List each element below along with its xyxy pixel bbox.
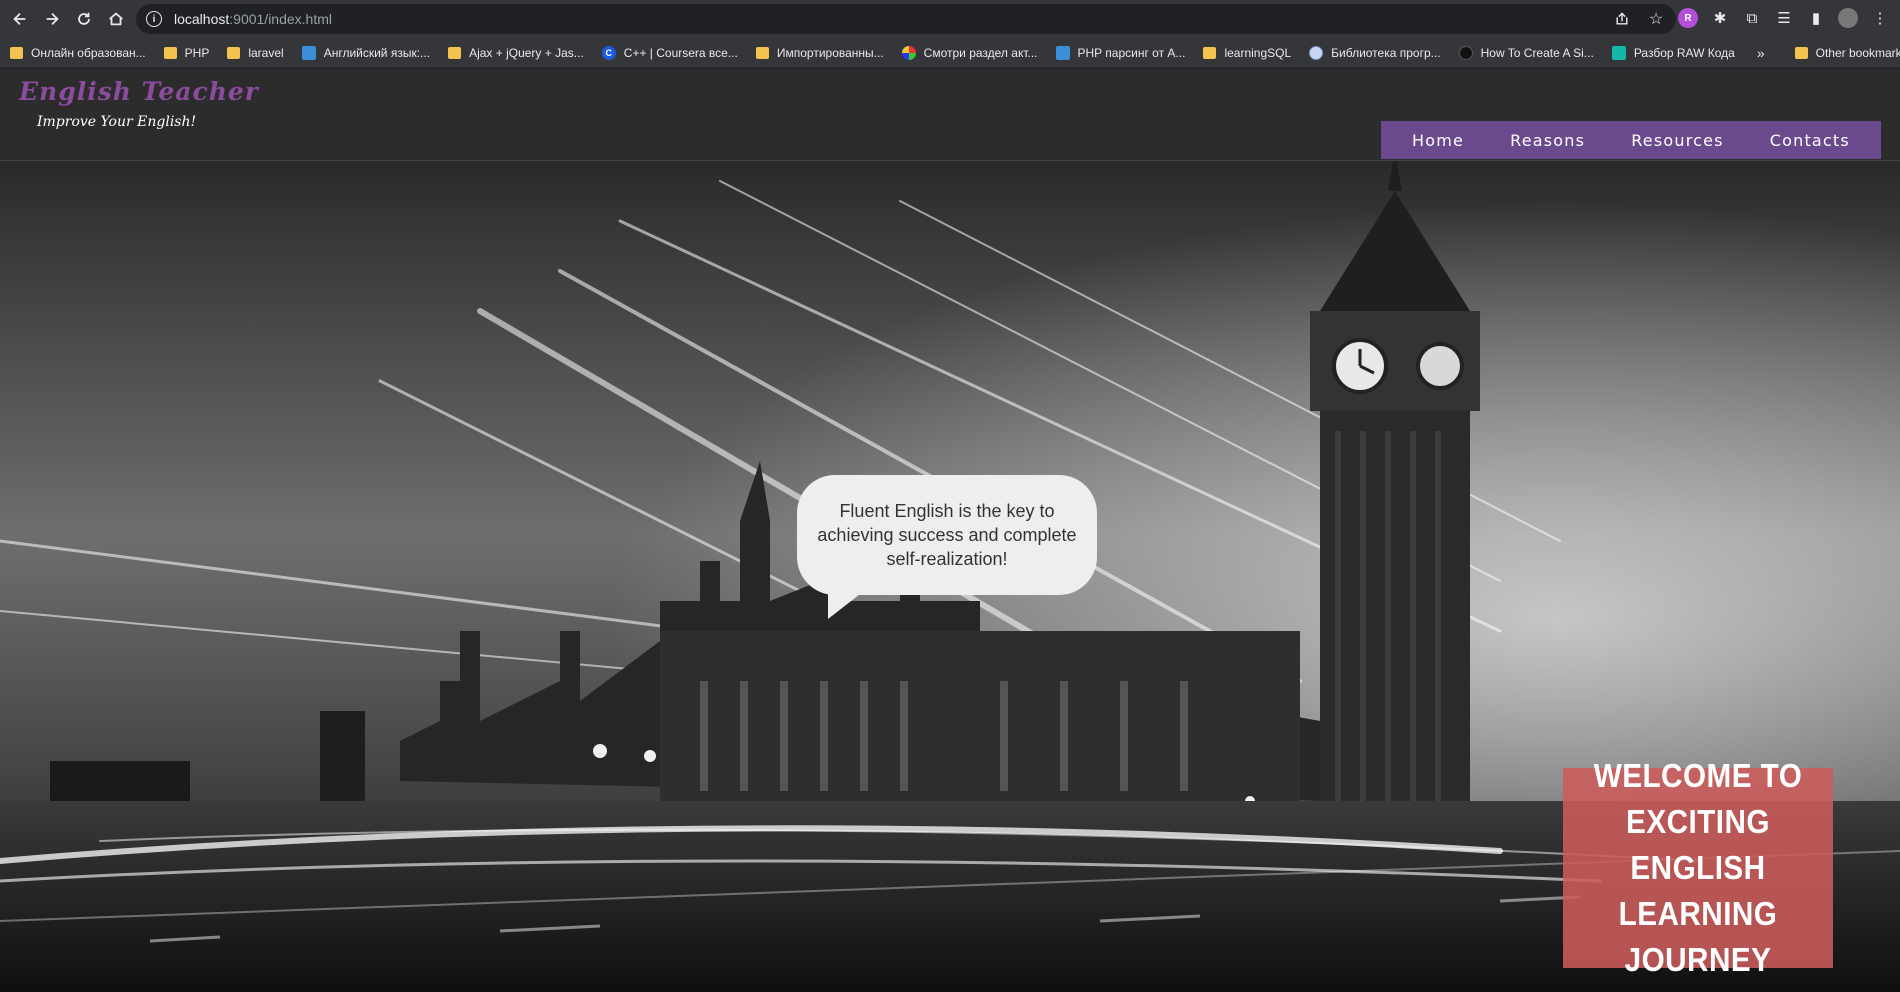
extensions-puzzle-icon[interactable]: ⧉ [1742, 8, 1762, 28]
dark-site-icon [1458, 45, 1473, 60]
bookmark-label: PHP парсинг от А... [1077, 45, 1186, 60]
bookmark-star-icon[interactable]: ☆ [1646, 9, 1666, 29]
reload-icon[interactable] [70, 5, 98, 33]
welcome-banner: WELCOME TO EXCITING ENGLISH LEARNING JOU… [1563, 757, 1833, 978]
bookmark-item[interactable]: learningSQL [1203, 46, 1291, 60]
site-logo-title[interactable]: English Teacher [19, 77, 259, 106]
folder-icon [1794, 46, 1808, 59]
bookmark-site-icon [1055, 45, 1070, 60]
coursera-icon: C [601, 45, 616, 60]
folder-icon [163, 46, 177, 59]
teal-site-icon [1611, 45, 1626, 60]
bookmark-label: PHP [184, 45, 210, 60]
bookmark-label: Ajax + jQuery + Jas... [469, 45, 584, 60]
bookmark-item[interactable]: Импортированны... [755, 45, 884, 60]
bookmark-item[interactable]: C C++ | Coursera все... [601, 45, 738, 60]
url-text[interactable]: localhost:9001/index.html [174, 11, 332, 27]
bookmark-item[interactable]: laravel [227, 45, 284, 60]
folder-icon [755, 46, 769, 59]
main-navigation: Home Reasons Resources Contacts [1381, 121, 1881, 159]
bookmark-item[interactable]: Смотри раздел акт... [901, 45, 1038, 60]
menu-kebab-icon[interactable]: ⋮ [1870, 8, 1890, 28]
bookmark-label: How To Create A Si... [1480, 45, 1594, 60]
bookmark-site-icon [301, 45, 316, 60]
bookmark-item[interactable]: Разбор RAW Кода [1611, 45, 1735, 60]
bookmark-item[interactable]: PHP [163, 45, 210, 60]
bookmark-item[interactable]: Английский язык:... [301, 45, 431, 60]
address-bar[interactable]: i localhost:9001/index.html ☆ [136, 4, 1676, 34]
bookmarks-bar: Онлайн образован... PHP laravel Английск… [0, 38, 1900, 68]
browser-toolbar: i localhost:9001/index.html ☆ R ✱ ⧉ ☰ ▮ … [0, 0, 1900, 38]
welcome-text: WELCOME TO EXCITING ENGLISH LEARNING JOU… [1593, 757, 1803, 978]
folder-icon [227, 46, 241, 59]
wiki-icon [1309, 45, 1324, 60]
url-host: localhost [174, 11, 230, 27]
site-header: English Teacher Improve Your English! Ho… [0, 69, 1900, 161]
bookmark-item[interactable]: PHP парсинг от А... [1055, 45, 1186, 60]
hero-section: Fluent English is the key to achieving s… [0, 161, 1900, 992]
home-icon[interactable] [102, 5, 130, 33]
forward-icon[interactable] [38, 5, 66, 33]
folder-icon [1203, 46, 1217, 59]
bookmark-item[interactable]: Библиотека прогр... [1309, 45, 1441, 60]
bookmark-label: Other bookmarks [1815, 45, 1900, 60]
folder-icon [448, 46, 462, 59]
bookmark-label: Библиотека прогр... [1331, 45, 1441, 60]
extension-purple-icon[interactable]: R [1678, 8, 1698, 28]
bookmark-label: learningSQL [1224, 45, 1292, 60]
nav-resources-link[interactable]: Resources [1631, 131, 1724, 150]
reading-list-icon[interactable]: ☰ [1774, 8, 1794, 28]
bookmark-item[interactable]: Онлайн образован... [10, 46, 146, 60]
bookmark-label: Английский язык:... [323, 45, 431, 60]
url-path: :9001/index.html [229, 11, 332, 27]
profile-avatar-icon[interactable] [1838, 8, 1858, 28]
side-panel-icon[interactable]: ▮ [1806, 8, 1826, 28]
share-icon[interactable] [1612, 9, 1632, 29]
bookmark-label: C++ | Coursera все... [623, 45, 738, 60]
nav-reasons-link[interactable]: Reasons [1510, 131, 1585, 150]
quote-speech-bubble: Fluent English is the key to achieving s… [797, 475, 1097, 595]
speech-bubble-tail [828, 591, 864, 619]
nav-contacts-link[interactable]: Contacts [1770, 131, 1850, 150]
bookmark-label: Онлайн образован... [31, 45, 146, 60]
bookmark-label: Смотри раздел акт... [923, 45, 1038, 60]
back-icon[interactable] [6, 5, 34, 33]
extension-bug-icon[interactable]: ✱ [1710, 8, 1730, 28]
bookmarks-overflow-button[interactable]: » [1757, 45, 1765, 61]
quote-text: Fluent English is the key to achieving s… [817, 501, 1077, 569]
bookmark-item[interactable]: Ajax + jQuery + Jas... [448, 46, 584, 60]
site-info-icon[interactable]: i [146, 11, 162, 27]
bookmark-label: Разбор RAW Кода [1633, 45, 1735, 60]
folder-icon [10, 46, 23, 59]
bookmark-label: laravel [248, 45, 284, 60]
bookmark-label: Импортированны... [776, 45, 884, 60]
site-logo-subtitle: Improve Your English! [37, 114, 197, 130]
other-bookmarks[interactable]: Other bookmarks [1794, 45, 1900, 60]
bookmark-item[interactable]: How To Create A Si... [1458, 45, 1594, 60]
page-viewport: English Teacher Improve Your English! Ho… [0, 69, 1900, 992]
colorful-site-icon [901, 45, 916, 60]
nav-home-link[interactable]: Home [1412, 131, 1464, 150]
